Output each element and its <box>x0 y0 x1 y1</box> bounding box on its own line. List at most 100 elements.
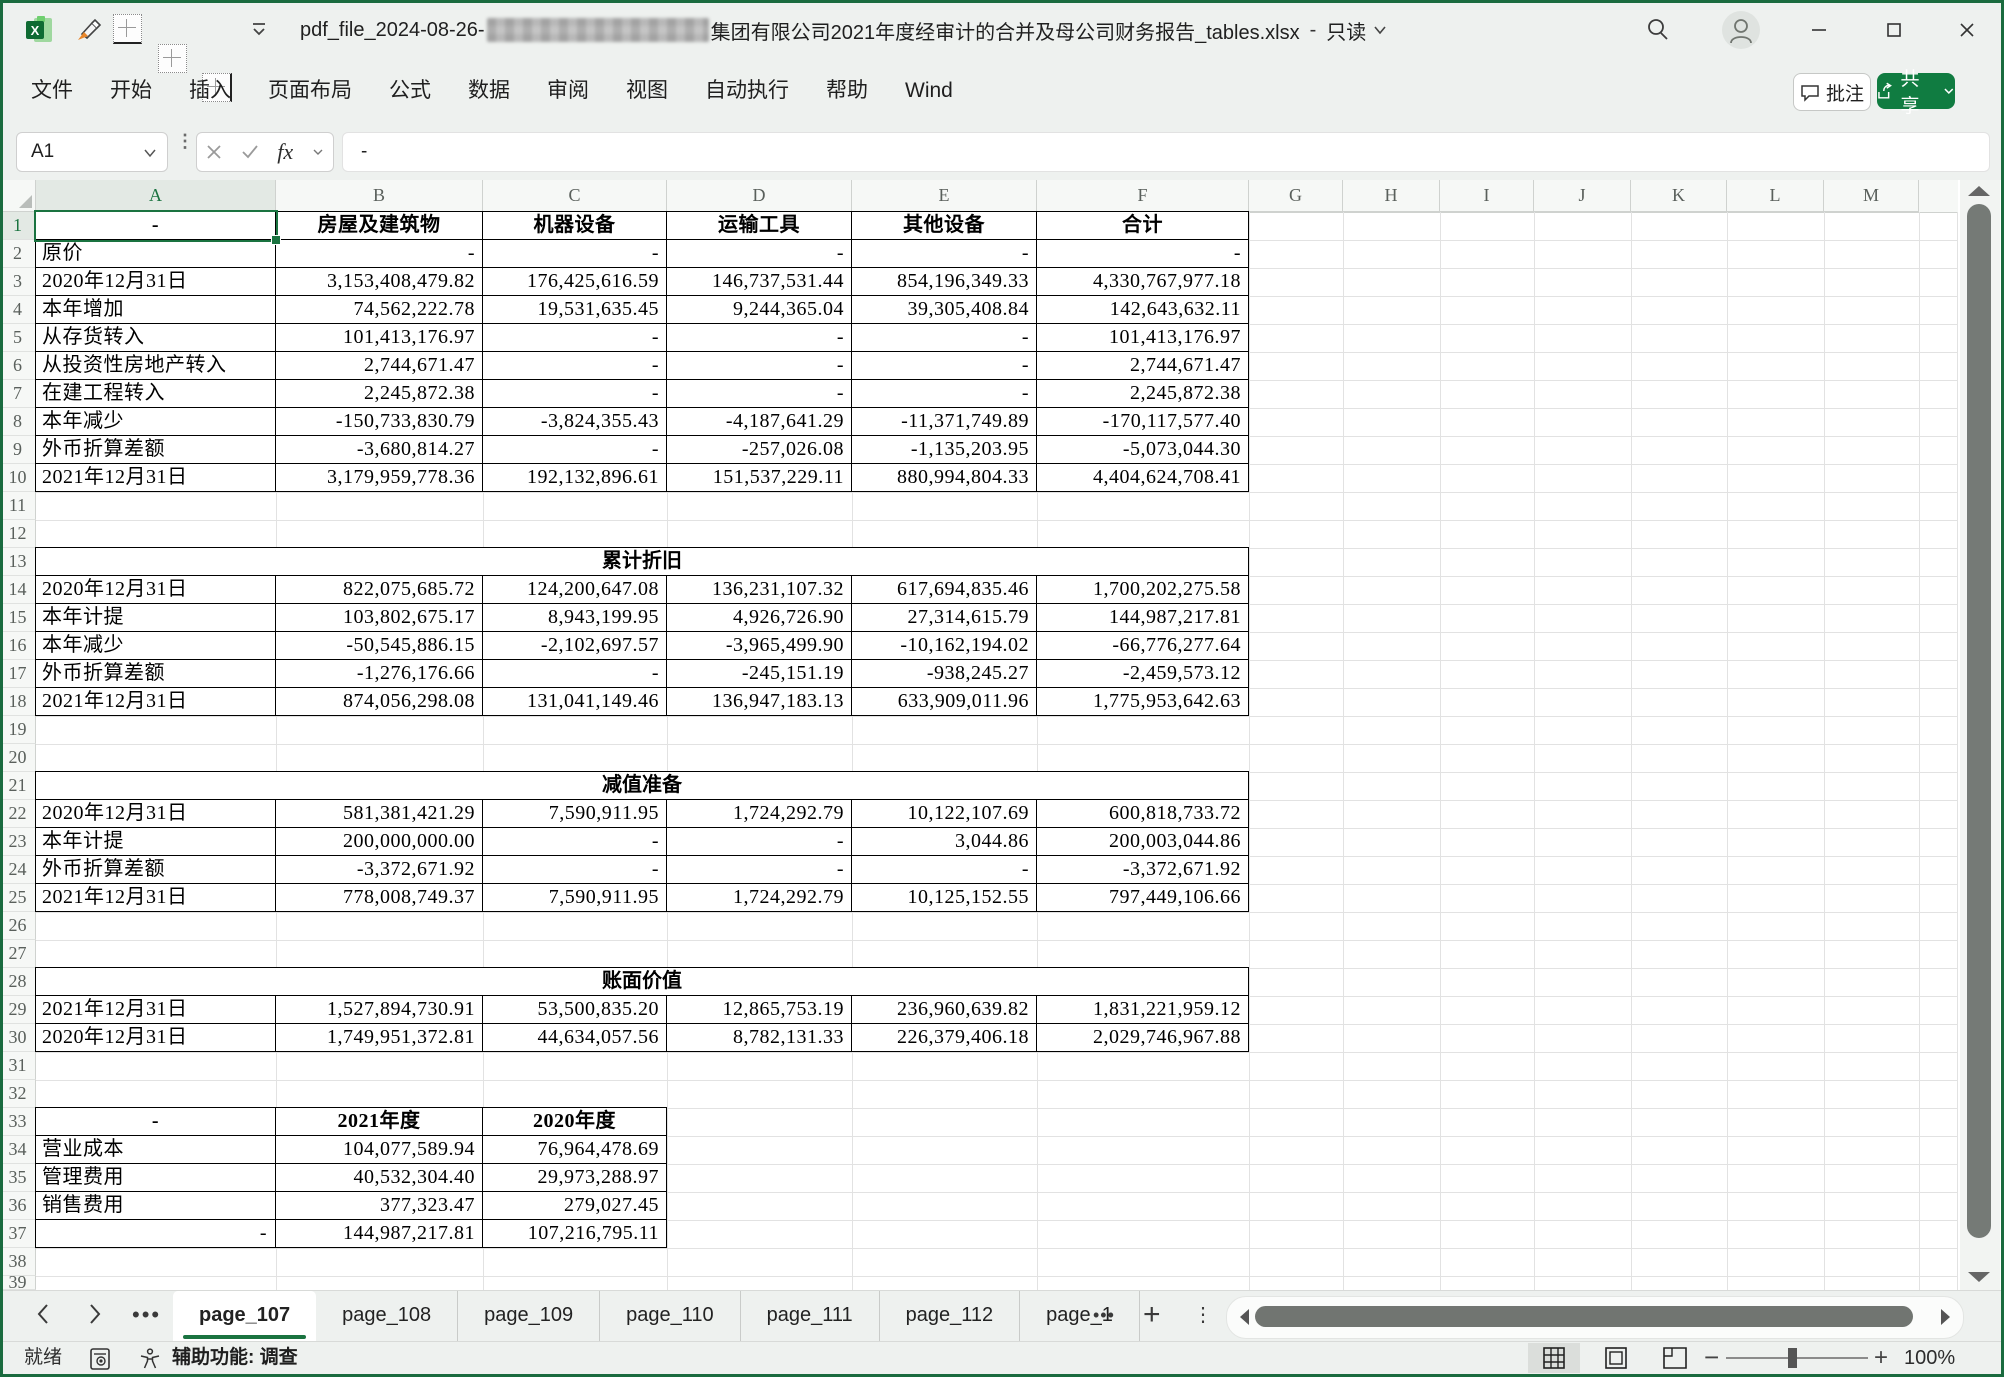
cell-B24[interactable]: -3,372,671.92 <box>276 856 483 884</box>
cell-D22[interactable]: 1,724,292.79 <box>667 800 852 828</box>
readonly-badge[interactable]: 只读 <box>1326 16 1366 45</box>
more-sheets-dots-icon[interactable]: ••• <box>1093 1291 1115 1342</box>
cell-B18[interactable]: 874,056,298.08 <box>276 688 483 716</box>
menu-tab-帮助[interactable]: 帮助 <box>824 60 870 122</box>
cell-A34[interactable]: 营业成本 <box>36 1136 276 1164</box>
cell-A23[interactable]: 本年计提 <box>36 828 276 856</box>
cell-F18[interactable]: 1,775,953,642.63 <box>1037 688 1249 716</box>
cell-C22[interactable]: 7,590,911.95 <box>483 800 667 828</box>
zoom-out-button[interactable]: − <box>1704 1342 1719 1372</box>
menu-tab-Wind[interactable]: Wind <box>903 60 955 122</box>
row-header-4[interactable]: 4 <box>0 296 36 324</box>
cell-D16[interactable]: -3,965,499.90 <box>667 632 852 660</box>
cell-B8[interactable]: -150,733,830.79 <box>276 408 483 436</box>
cell-B1[interactable]: 房屋及建筑物 <box>276 212 483 240</box>
row-header-36[interactable]: 36 <box>0 1192 36 1220</box>
cell-C3[interactable]: 176,425,616.59 <box>483 268 667 296</box>
sheet-tab-page_107[interactable]: page_107 <box>173 1291 316 1342</box>
cell-C34[interactable]: 76,964,478.69 <box>483 1136 667 1164</box>
scroll-left-icon[interactable] <box>1237 1308 1251 1326</box>
cell-B34[interactable]: 104,077,589.94 <box>276 1136 483 1164</box>
row-header-15[interactable]: 15 <box>0 604 36 632</box>
cell-D3[interactable]: 146,737,531.44 <box>667 268 852 296</box>
cell-A4[interactable]: 本年增加 <box>36 296 276 324</box>
horizontal-scrollbar[interactable] <box>1226 1296 1964 1339</box>
cell-D14[interactable]: 136,231,107.32 <box>667 576 852 604</box>
cell-E22[interactable]: 10,122,107.69 <box>852 800 1037 828</box>
cell-D23[interactable]: - <box>667 828 852 856</box>
row-header-10[interactable]: 10 <box>0 464 36 492</box>
cell-C16[interactable]: -2,102,697.57 <box>483 632 667 660</box>
cell-E4[interactable]: 39,305,408.84 <box>852 296 1037 324</box>
row-header-2[interactable]: 2 <box>0 240 36 268</box>
cell-C30[interactable]: 44,634,057.56 <box>483 1024 667 1052</box>
border-bottom-icon[interactable] <box>113 14 142 44</box>
cell-D24[interactable]: - <box>667 856 852 884</box>
sheet-tab-page_108[interactable]: page_108 <box>316 1291 458 1342</box>
row-header-37[interactable]: 37 <box>0 1220 36 1248</box>
row-header-24[interactable]: 24 <box>0 856 36 884</box>
cell-C18[interactable]: 131,041,149.46 <box>483 688 667 716</box>
menu-tab-开始[interactable]: 开始 <box>108 60 154 122</box>
cell-A9[interactable]: 外币折算差额 <box>36 436 276 464</box>
cell-B23[interactable]: 200,000,000.00 <box>276 828 483 856</box>
cell-F16[interactable]: -66,776,277.64 <box>1037 632 1249 660</box>
cell-E7[interactable]: - <box>852 380 1037 408</box>
column-header-A[interactable]: A <box>36 180 276 212</box>
cell-B25[interactable]: 778,008,749.37 <box>276 884 483 912</box>
column-header-L[interactable]: L <box>1727 180 1824 212</box>
column-header-D[interactable]: D <box>667 180 852 212</box>
row-header-29[interactable]: 29 <box>0 996 36 1024</box>
cancel-entry-icon[interactable] <box>206 144 222 160</box>
cell-B16[interactable]: -50,545,886.15 <box>276 632 483 660</box>
cell-E10[interactable]: 880,994,804.33 <box>852 464 1037 492</box>
cell-F8[interactable]: -170,117,577.40 <box>1037 408 1249 436</box>
column-header-K[interactable]: K <box>1631 180 1727 212</box>
menu-tab-数据[interactable]: 数据 <box>466 60 512 122</box>
normal-view-button[interactable] <box>1528 1343 1580 1373</box>
cell-A30[interactable]: 2020年12月31日 <box>36 1024 276 1052</box>
cell-B37[interactable]: 144,987,217.81 <box>276 1220 483 1248</box>
cell-B15[interactable]: 103,802,675.17 <box>276 604 483 632</box>
cell-F17[interactable]: -2,459,573.12 <box>1037 660 1249 688</box>
cell-A28-merged[interactable]: 账面价值 <box>36 968 1249 996</box>
cell-A8[interactable]: 本年减少 <box>36 408 276 436</box>
sheet-options-dots-icon[interactable]: ⋮ <box>1193 1291 1213 1342</box>
cell-A15[interactable]: 本年计提 <box>36 604 276 632</box>
row-header-32[interactable]: 32 <box>0 1080 36 1108</box>
row-header-18[interactable]: 18 <box>0 688 36 716</box>
cell-E2[interactable]: - <box>852 240 1037 268</box>
cell-C36[interactable]: 279,027.45 <box>483 1192 667 1220</box>
menu-tab-自动执行[interactable]: 自动执行 <box>703 60 791 122</box>
cell-E18[interactable]: 633,909,011.96 <box>852 688 1037 716</box>
row-header-25[interactable]: 25 <box>0 884 36 912</box>
cell-E23[interactable]: 3,044.86 <box>852 828 1037 856</box>
cell-F22[interactable]: 600,818,733.72 <box>1037 800 1249 828</box>
row-header-8[interactable]: 8 <box>0 408 36 436</box>
cell-E25[interactable]: 10,125,152.55 <box>852 884 1037 912</box>
cell-E14[interactable]: 617,694,835.46 <box>852 576 1037 604</box>
cell-D25[interactable]: 1,724,292.79 <box>667 884 852 912</box>
cell-F10[interactable]: 4,404,624,708.41 <box>1037 464 1249 492</box>
cell-C8[interactable]: -3,824,355.43 <box>483 408 667 436</box>
row-header-7[interactable]: 7 <box>0 380 36 408</box>
horizontal-scroll-thumb[interactable] <box>1255 1306 1913 1327</box>
cell-B14[interactable]: 822,075,685.72 <box>276 576 483 604</box>
cell-F25[interactable]: 797,449,106.66 <box>1037 884 1249 912</box>
row-header-5[interactable]: 5 <box>0 324 36 352</box>
cell-F5[interactable]: 101,413,176.97 <box>1037 324 1249 352</box>
row-header-3[interactable]: 3 <box>0 268 36 296</box>
cell-A18[interactable]: 2021年12月31日 <box>36 688 276 716</box>
cell-D15[interactable]: 4,926,726.90 <box>667 604 852 632</box>
formula-bar-splitter[interactable]: ⋮ <box>176 136 182 166</box>
cell-D6[interactable]: - <box>667 352 852 380</box>
cell-A37[interactable]: - <box>36 1220 276 1248</box>
sheet-nav-prev-icon[interactable] <box>32 1299 54 1329</box>
sheet-tab-page_112[interactable]: page_112 <box>880 1291 1021 1342</box>
format-painter-icon[interactable] <box>74 14 104 44</box>
cell-B29[interactable]: 1,527,894,730.91 <box>276 996 483 1024</box>
cell-D18[interactable]: 136,947,183.13 <box>667 688 852 716</box>
zoom-slider-thumb[interactable] <box>1788 1348 1797 1368</box>
row-header-16[interactable]: 16 <box>0 632 36 660</box>
cell-F15[interactable]: 144,987,217.81 <box>1037 604 1249 632</box>
